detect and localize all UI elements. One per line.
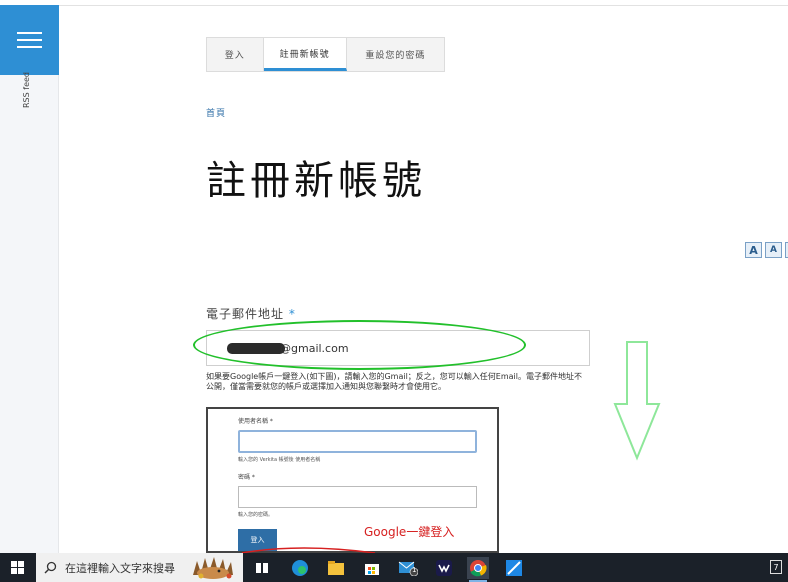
chrome-icon[interactable] xyxy=(467,557,489,582)
email-label: 電子郵件地址 * xyxy=(206,307,296,321)
mail-icon[interactable]: 1 xyxy=(397,557,419,579)
edge-icon[interactable] xyxy=(289,557,311,579)
rss-feed-link[interactable]: RSS feed xyxy=(22,68,31,108)
account-tabs: 登入 註冊新帳號 重設您的密碼 xyxy=(206,37,445,72)
notification-button[interactable]: 7 xyxy=(770,560,782,574)
required-mark: * xyxy=(288,307,296,321)
page-title: 註冊新帳號 xyxy=(206,158,426,204)
store-icon[interactable] xyxy=(361,557,383,579)
password-label: 密碼 * xyxy=(238,474,255,481)
password-input xyxy=(238,486,477,508)
hamburger-menu-icon xyxy=(17,32,42,34)
login-form-screenshot: 使用者名稱 * 輸入您的 Verkita 帳號後 使用者名稱 密碼 * 輸入您的… xyxy=(206,407,499,553)
google-login-annotation: Google一鍵登入 xyxy=(364,525,455,539)
windows-start-icon[interactable] xyxy=(11,561,24,574)
font-larger-button[interactable]: A xyxy=(745,242,762,258)
tab-reset-password[interactable]: 重設您的密碼 xyxy=(347,38,444,71)
tab-login[interactable]: 登入 xyxy=(207,38,264,71)
email-help-text: 如果要Google帳戶一鍵登入(如下圖)，請輸入您的Gmail；反之，您可以輸入… xyxy=(206,372,582,391)
password-help: 輸入您的密碼。 xyxy=(238,512,274,518)
font-smaller-button[interactable]: A xyxy=(765,242,782,258)
webex-icon[interactable] xyxy=(433,557,455,579)
hamburger-menu-button[interactable] xyxy=(0,5,59,75)
search-placeholder: 在這裡輸入文字來搜尋 xyxy=(65,561,175,575)
breadcrumb-home[interactable]: 首頁 xyxy=(206,106,226,119)
app-icon[interactable] xyxy=(503,557,525,579)
file-explorer-icon[interactable] xyxy=(325,557,347,579)
font-size-controls: A A xyxy=(745,242,788,258)
down-arrow-icon xyxy=(613,341,661,461)
username-help: 輸入您的 Verkita 帳號後 使用者名稱 xyxy=(238,457,321,463)
username-label: 使用者名稱 * xyxy=(238,418,273,425)
search-icon xyxy=(44,561,57,574)
windows-taskbar: 在這裡輸入文字來搜尋 1 xyxy=(0,553,788,582)
task-view-icon[interactable] xyxy=(251,557,273,579)
tab-register[interactable]: 註冊新帳號 xyxy=(263,38,347,71)
mail-badge: 1 xyxy=(412,566,417,574)
username-input xyxy=(238,430,477,453)
highlight-ellipse xyxy=(193,320,526,370)
top-divider xyxy=(59,5,788,6)
hedgehog-doodle-icon[interactable] xyxy=(189,555,239,580)
